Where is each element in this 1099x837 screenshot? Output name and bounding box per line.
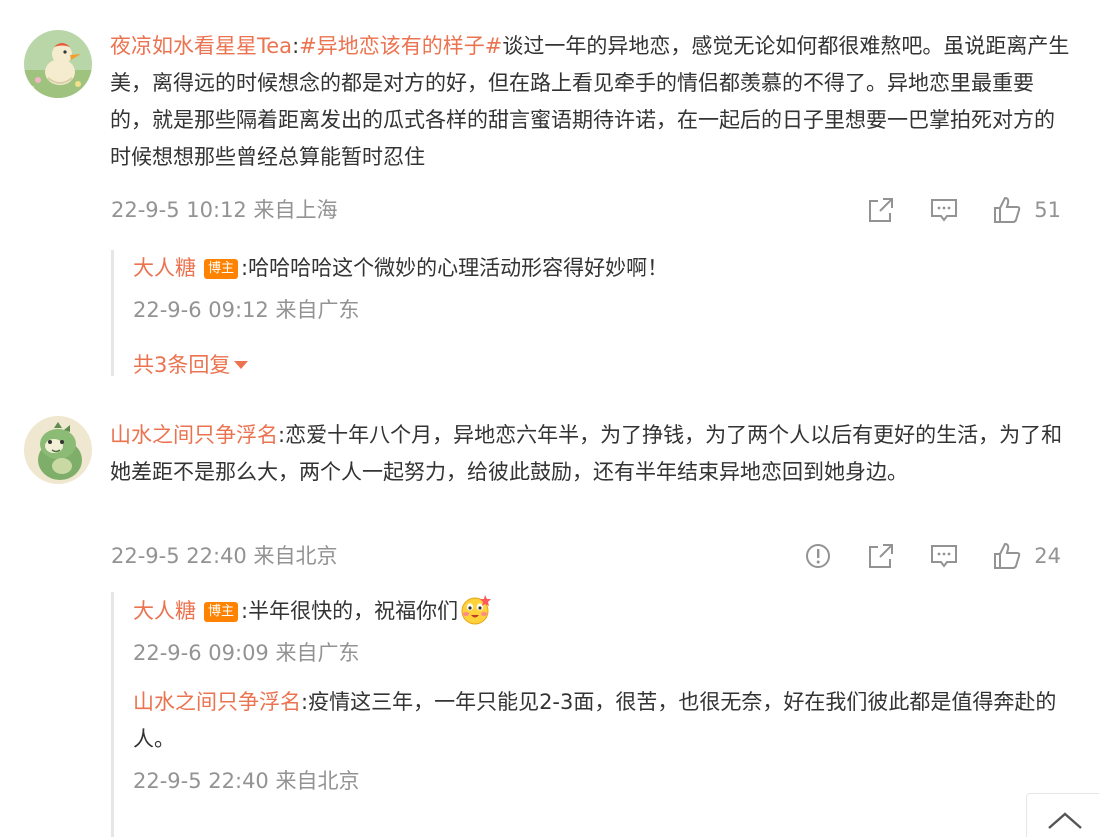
like-count: 51 bbox=[1034, 198, 1061, 222]
more-replies-label: 共3条回复 bbox=[133, 353, 231, 377]
comment-item: 山水之间只争浮名:恋爱十年八个月，异地恋六年半，为了挣钱，为了两个人以后有更好的… bbox=[0, 390, 1099, 837]
reply-meta: 22-9-5 22:40 来自北京 bbox=[133, 769, 360, 793]
reply-meta: 22-9-6 09:12 来自广东 bbox=[133, 298, 360, 322]
more-replies-link[interactable]: 共3条回复 bbox=[133, 350, 1073, 380]
reply-thread: 大人糖 博主:哈哈哈哈这个微妙的心理活动形容得好妙啊！ 22-9-6 09:12 … bbox=[111, 250, 668, 377]
reply-item: 大人糖 博主:半年很快的，祝福你们 22-9-6 09:09 来自广东 bbox=[133, 592, 1073, 668]
thumbs-up-icon bbox=[994, 542, 1021, 569]
blush-emoji-icon bbox=[461, 595, 492, 625]
avatar[interactable] bbox=[24, 416, 92, 484]
comment-text: 山水之间只争浮名:恋爱十年八个月，异地恋六年半，为了挣钱，为了两个人以后有更好的… bbox=[110, 417, 1070, 491]
share-icon bbox=[869, 198, 894, 222]
reply-item: 大人糖 博主:哈哈哈哈这个微妙的心理活动形容得好妙啊！ 22-9-6 09:12 … bbox=[133, 250, 1073, 325]
reply-text: :半年很快的，祝福你们 bbox=[241, 599, 459, 623]
comment-button[interactable] bbox=[929, 541, 959, 571]
comment-button[interactable] bbox=[929, 195, 959, 225]
comment-icon bbox=[931, 545, 958, 568]
reply-text: :哈哈哈哈这个微妙的心理活动形容得好妙啊！ bbox=[241, 256, 669, 280]
like-button[interactable]: 24 bbox=[992, 541, 1061, 571]
comment-actions: 24 bbox=[770, 541, 1061, 571]
blogger-badge: 博主 bbox=[204, 602, 239, 622]
comment-meta: 22-9-5 10:12 来自上海 bbox=[111, 198, 338, 222]
report-icon bbox=[806, 544, 831, 568]
comment-username[interactable]: 山水之间只争浮名 bbox=[110, 423, 278, 447]
reply-username[interactable]: 大人糖 bbox=[133, 256, 196, 280]
dinosaur-avatar-image bbox=[24, 416, 92, 484]
back-to-top-button[interactable] bbox=[1026, 793, 1099, 837]
avatar[interactable] bbox=[24, 30, 92, 98]
duck-avatar-image bbox=[24, 30, 92, 98]
like-count: 24 bbox=[1034, 544, 1061, 568]
thumbs-up-icon bbox=[994, 196, 1021, 223]
comment-item: 夜凉如水看星星Tea:#异地恋该有的样子#谈过一年的异地恋，感觉无论如何都很难熬… bbox=[0, 0, 1099, 390]
reply-meta: 22-9-6 09:09 来自广东 bbox=[133, 641, 360, 665]
share-button[interactable] bbox=[866, 541, 896, 571]
share-button[interactable] bbox=[866, 195, 896, 225]
reply-username[interactable]: 大人糖 bbox=[133, 599, 196, 623]
comment-username[interactable]: 夜凉如水看星星Tea bbox=[110, 34, 292, 58]
comment-actions: 51 bbox=[833, 195, 1061, 225]
report-button[interactable] bbox=[803, 541, 833, 571]
reply-thread: 大人糖 博主:半年很快的，祝福你们 22-9-6 09:09 来自广东 山水之间只… bbox=[111, 592, 1056, 837]
comment-meta: 22-9-5 22:40 来自北京 bbox=[111, 544, 338, 568]
topic-hashtag-link[interactable]: #异地恋该有的样子# bbox=[299, 34, 502, 58]
caret-down-icon bbox=[234, 361, 249, 369]
chevron-up-icon bbox=[1048, 812, 1082, 829]
share-icon bbox=[869, 544, 894, 568]
comment-icon bbox=[931, 199, 958, 222]
reply-username[interactable]: 山水之间只争浮名 bbox=[133, 690, 301, 714]
comment-text: 夜凉如水看星星Tea:#异地恋该有的样子#谈过一年的异地恋，感觉无论如何都很难熬… bbox=[110, 28, 1070, 176]
reply-item: 山水之间只争浮名:疫情这三年，一年只能见2-3面，很苦，也很无奈，好在我们彼此都… bbox=[133, 684, 1073, 796]
blogger-badge: 博主 bbox=[204, 259, 239, 279]
like-button[interactable]: 51 bbox=[992, 195, 1061, 225]
